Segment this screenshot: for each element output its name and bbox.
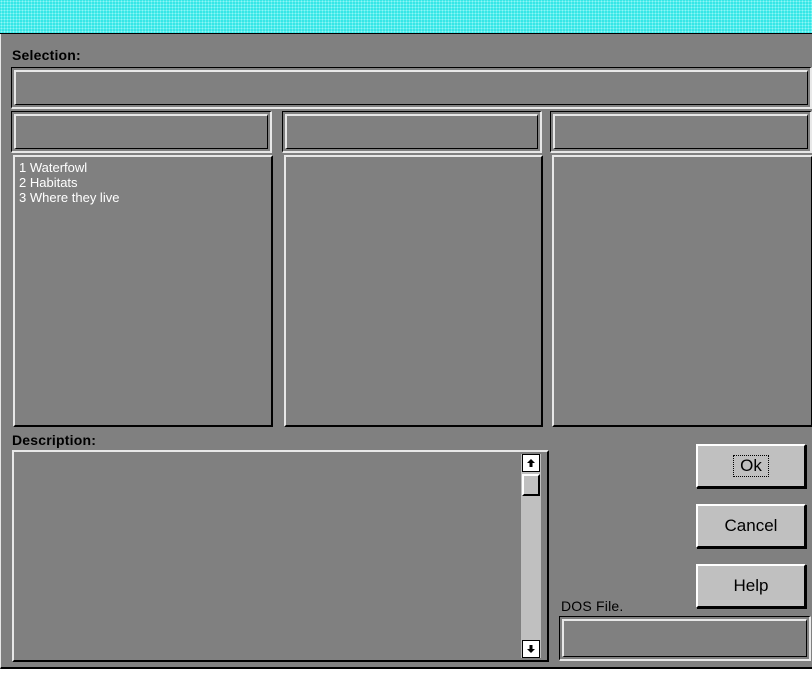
scroll-down-arrow-icon[interactable] bbox=[522, 640, 540, 658]
help-button-label: Help bbox=[733, 576, 769, 595]
ok-button[interactable]: Ok bbox=[696, 444, 806, 488]
column2-list[interactable] bbox=[284, 155, 543, 427]
description-label: Description: bbox=[12, 432, 97, 448]
selection-field[interactable] bbox=[14, 70, 808, 105]
selection-field-frame bbox=[11, 67, 812, 109]
list-item[interactable]: 2 Habitats bbox=[19, 175, 267, 190]
ok-button-label: Ok bbox=[733, 455, 769, 477]
description-textarea[interactable] bbox=[12, 450, 549, 662]
column1-header bbox=[14, 114, 268, 149]
title-bar[interactable] bbox=[0, 0, 812, 34]
selection-label: Selection: bbox=[12, 47, 81, 63]
column1-header-frame bbox=[11, 111, 272, 153]
help-button[interactable]: Help bbox=[696, 564, 806, 608]
cancel-button[interactable]: Cancel bbox=[696, 504, 806, 548]
scrollbar-thumb[interactable] bbox=[522, 474, 540, 496]
column3-header bbox=[553, 114, 808, 149]
dos-file-field-frame bbox=[559, 616, 811, 661]
column2-header-frame bbox=[282, 111, 542, 153]
column3-header-frame bbox=[550, 111, 812, 153]
column3-list[interactable] bbox=[552, 155, 812, 427]
column1-list[interactable]: 1 Waterfowl 2 Habitats 3 Where they live bbox=[13, 155, 273, 427]
dos-file-label: DOS File. bbox=[561, 598, 624, 614]
column2-header bbox=[285, 114, 538, 149]
cancel-button-label: Cancel bbox=[724, 516, 778, 535]
list-item[interactable]: 3 Where they live bbox=[19, 190, 267, 205]
selection-dialog: Selection: 1 Waterfowl 2 Habitats 3 Wher… bbox=[0, 34, 812, 669]
scroll-up-arrow-icon[interactable] bbox=[522, 454, 540, 472]
description-scrollbar[interactable] bbox=[521, 454, 541, 658]
dos-file-field[interactable] bbox=[562, 619, 807, 657]
list-item[interactable]: 1 Waterfowl bbox=[19, 160, 267, 175]
